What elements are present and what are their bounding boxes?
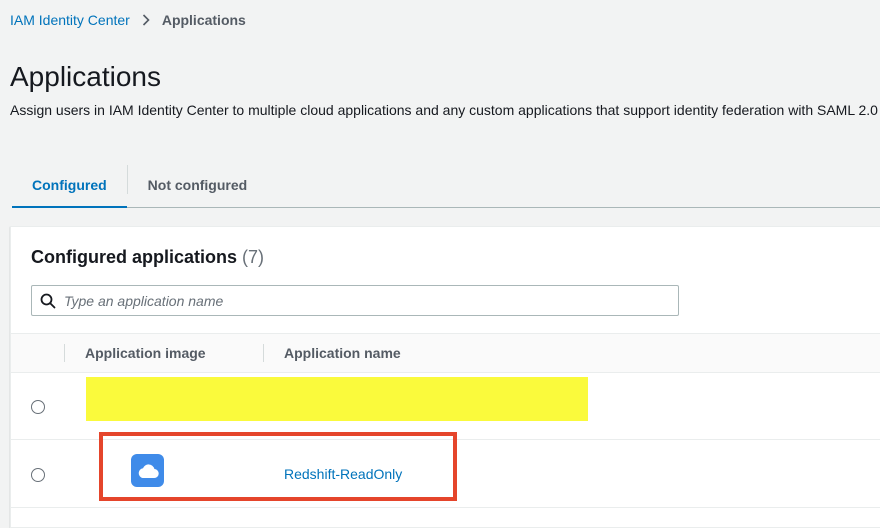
breadcrumb: IAM Identity Center Applications — [10, 11, 246, 29]
redacted-region — [86, 377, 588, 421]
panel-title: Configured applications — [31, 247, 238, 267]
search-icon — [40, 293, 56, 308]
column-separator — [64, 344, 65, 362]
search-input[interactable] — [64, 286, 678, 315]
panel-count: (7) — [242, 247, 265, 267]
page-title: Applications — [10, 61, 161, 92]
table-header: Application image Application name — [11, 333, 880, 373]
breadcrumb-link-iam-identity-center[interactable]: IAM Identity Center — [10, 12, 130, 28]
row-select-radio[interactable] — [31, 400, 45, 414]
row-select-radio[interactable] — [31, 468, 45, 482]
chevron-right-icon — [142, 14, 150, 26]
search-box[interactable] — [31, 285, 679, 316]
breadcrumb-current: Applications — [161, 12, 246, 28]
table-row[interactable] — [11, 372, 880, 440]
highlight-annotation — [99, 432, 457, 501]
column-separator — [263, 344, 264, 362]
tab-not-configured[interactable]: Not configured — [128, 163, 268, 207]
tab-list: Configured Not configured — [12, 163, 880, 208]
page-description: Assign users in IAM Identity Center to m… — [10, 102, 878, 118]
tab-configured[interactable]: Configured — [12, 163, 127, 208]
panel-header: Configured applications (7) — [31, 245, 264, 269]
column-header-application-image[interactable]: Application image — [85, 334, 206, 372]
column-header-application-name[interactable]: Application name — [284, 334, 401, 372]
